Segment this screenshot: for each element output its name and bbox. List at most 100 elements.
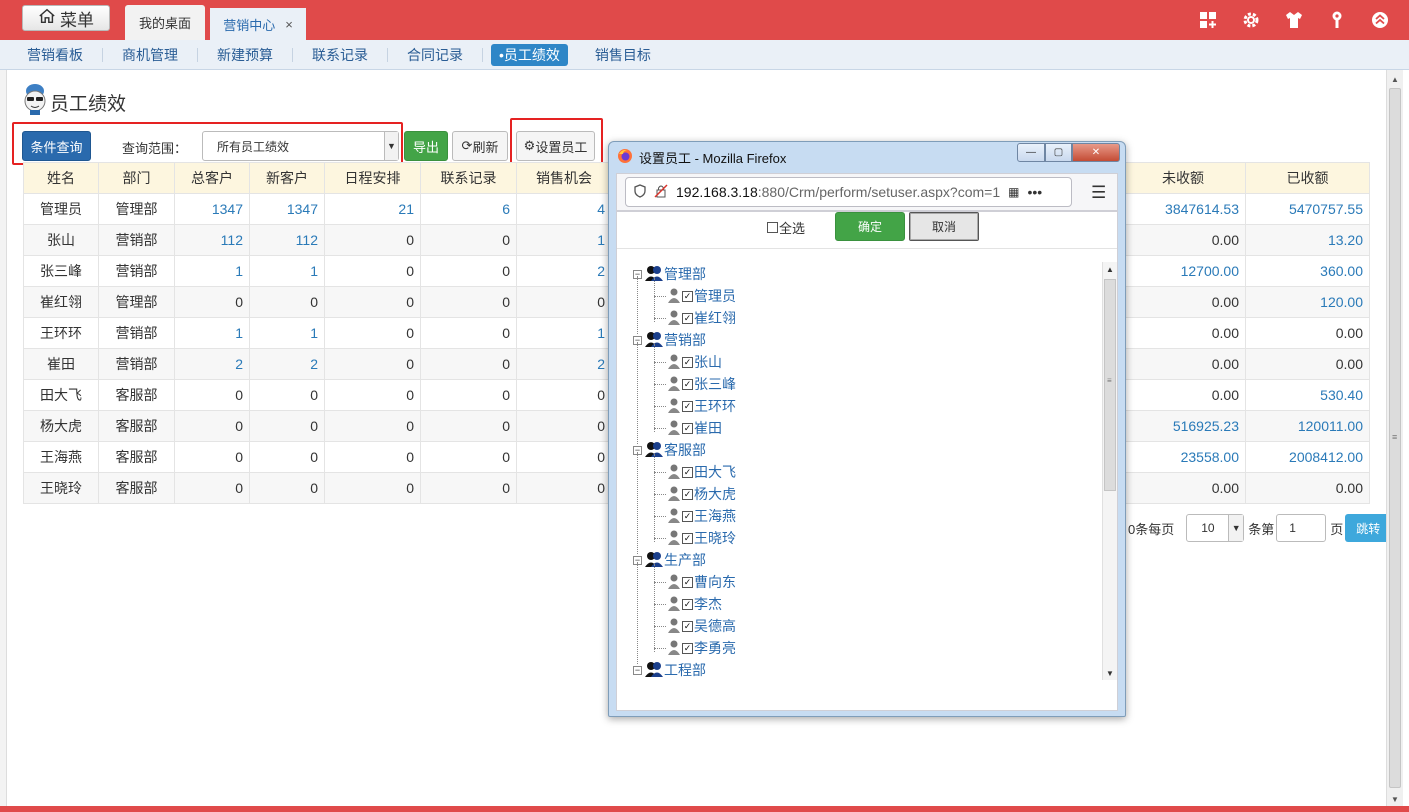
- table-cell-paid[interactable]: 2008412.00: [1245, 441, 1370, 473]
- tree-group-node[interactable]: − 生产部: [633, 550, 706, 570]
- table-cell-unpaid[interactable]: 3847614.53: [1120, 193, 1246, 225]
- menu-button[interactable]: 菜单: [22, 5, 110, 31]
- column-header[interactable]: 销售机会: [516, 162, 612, 194]
- table-row[interactable]: 张山 营销部 112 112 0 0 1: [23, 224, 612, 256]
- tree-user-label[interactable]: 吴德高: [694, 616, 736, 636]
- table-row[interactable]: 23558.00 2008412.00: [1120, 441, 1370, 473]
- tree-user-label[interactable]: 张山: [694, 352, 722, 372]
- table-cell-schedule[interactable]: 21: [324, 193, 421, 225]
- checkbox-icon[interactable]: ✓: [682, 642, 693, 654]
- checkbox-icon[interactable]: ✓: [682, 356, 693, 368]
- refresh-button[interactable]: ⟳ 刷新: [452, 131, 508, 161]
- checkbox-icon[interactable]: ✓: [682, 378, 693, 390]
- table-cell-total[interactable]: 2: [174, 348, 250, 380]
- table-cell-opp[interactable]: 1: [516, 224, 612, 256]
- tree-user-label[interactable]: 王海燕: [694, 506, 736, 526]
- checkbox-icon[interactable]: ✓: [682, 400, 693, 412]
- confirm-button[interactable]: 确定: [835, 212, 905, 241]
- tab-close-icon[interactable]: ×: [285, 17, 293, 32]
- nav-item-contract-records[interactable]: 合同记录: [388, 47, 483, 62]
- column-header[interactable]: 姓名: [23, 162, 99, 194]
- checkbox-icon[interactable]: ✓: [682, 488, 693, 500]
- tree-group-node[interactable]: − 客服部: [633, 440, 706, 460]
- jump-button[interactable]: 跳转: [1345, 514, 1392, 542]
- tree-group-node[interactable]: − 营销部: [633, 330, 706, 350]
- tree-user-label[interactable]: 王晓玲: [694, 528, 736, 548]
- tree-user-label[interactable]: 王环环: [694, 396, 736, 416]
- table-cell-paid[interactable]: 5470757.55: [1245, 193, 1370, 225]
- scroll-down-icon[interactable]: ▼: [1106, 669, 1114, 678]
- table-cell-paid[interactable]: 530.40: [1245, 379, 1370, 411]
- table-row[interactable]: 0.00 0.00: [1120, 317, 1370, 349]
- table-row[interactable]: 王海燕 客服部 0 0 0 0 0: [23, 441, 612, 473]
- checkbox-icon[interactable]: ✓: [682, 290, 693, 302]
- table-cell-total[interactable]: 1347: [174, 193, 250, 225]
- column-header[interactable]: 已收额: [1245, 162, 1370, 194]
- tree-user-label[interactable]: 杨大虎: [694, 484, 736, 504]
- nav-item-staff-performance[interactable]: •员工绩效: [491, 43, 568, 66]
- tree-user-node[interactable]: ✓ 李杰: [667, 594, 722, 614]
- scroll-up-icon[interactable]: ▲: [1387, 72, 1403, 86]
- scroll-up-icon[interactable]: ▲: [1106, 265, 1114, 274]
- collapse-up-icon[interactable]: [1369, 9, 1391, 31]
- tree-user-label[interactable]: 张三峰: [694, 374, 736, 394]
- tree-group-node[interactable]: − 工程部: [633, 660, 706, 678]
- checkbox-icon[interactable]: ✓: [682, 598, 693, 610]
- scrollbar-thumb[interactable]: [1104, 279, 1116, 491]
- select-all-checkbox[interactable]: 全选: [767, 218, 805, 237]
- nav-item-contact-records[interactable]: 联系记录: [293, 47, 388, 62]
- export-button[interactable]: 导出: [404, 131, 448, 161]
- checkbox-icon[interactable]: ✓: [682, 466, 693, 478]
- page-number-input[interactable]: 1: [1276, 514, 1327, 542]
- table-row[interactable]: 0.00 120.00: [1120, 286, 1370, 318]
- table-row[interactable]: 崔田 营销部 2 2 0 0 2: [23, 348, 612, 380]
- table-row[interactable]: 管理员 管理部 1347 1347 21 6 4: [23, 193, 612, 225]
- tree-user-node[interactable]: ✓ 王环环: [667, 396, 736, 416]
- checkbox-icon[interactable]: ✓: [682, 532, 693, 544]
- table-row[interactable]: 田大飞 客服部 0 0 0 0 0: [23, 379, 612, 411]
- nav-item-new-budget[interactable]: 新建预算: [198, 47, 293, 62]
- checkbox-icon[interactable]: ✓: [682, 510, 693, 522]
- apps-grid-icon[interactable]: [1197, 9, 1219, 31]
- tree-user-node[interactable]: ✓ 张山: [667, 352, 722, 372]
- tree-user-node[interactable]: ✓ 崔红翎: [667, 308, 736, 328]
- column-header[interactable]: 未收额: [1120, 162, 1246, 194]
- minimize-button[interactable]: —: [1017, 143, 1045, 162]
- table-cell-total[interactable]: 1: [174, 255, 250, 287]
- tree-user-node[interactable]: ✓ 李勇亮: [667, 638, 736, 658]
- page-size-select[interactable]: 10 ▼: [1186, 514, 1245, 542]
- tree-user-node[interactable]: ✓ 田大飞: [667, 462, 736, 482]
- nav-item-sales-target[interactable]: 销售目标: [576, 48, 670, 62]
- column-header[interactable]: 联系记录: [420, 162, 517, 194]
- collapse-icon[interactable]: −: [633, 665, 642, 675]
- tree-user-node[interactable]: ✓ 杨大虎: [667, 484, 736, 504]
- table-cell-unpaid[interactable]: 23558.00: [1120, 441, 1246, 473]
- table-row[interactable]: 崔红翎 管理部 0 0 0 0 0: [23, 286, 612, 318]
- table-cell-total[interactable]: 1: [174, 317, 250, 349]
- table-cell-paid[interactable]: 120011.00: [1245, 410, 1370, 442]
- table-cell-paid[interactable]: 13.20: [1245, 224, 1370, 256]
- tree-user-node[interactable]: ✓ 崔田: [667, 418, 722, 438]
- tree-user-label[interactable]: 李勇亮: [694, 638, 736, 658]
- column-header[interactable]: 总客户: [174, 162, 250, 194]
- tree-user-node[interactable]: ✓ 王海燕: [667, 506, 736, 526]
- table-cell-opp[interactable]: 1: [516, 317, 612, 349]
- scroll-down-icon[interactable]: ▼: [1387, 792, 1403, 806]
- table-row[interactable]: 516925.23 120011.00: [1120, 410, 1370, 442]
- page-scrollbar[interactable]: ▲ ≡ ▼: [1386, 70, 1403, 808]
- column-header[interactable]: 部门: [98, 162, 175, 194]
- table-cell-total[interactable]: 112: [174, 224, 250, 256]
- tree-user-label[interactable]: 曹向东: [694, 572, 736, 592]
- table-cell-unpaid[interactable]: 12700.00: [1120, 255, 1246, 287]
- table-cell-opp[interactable]: 2: [516, 348, 612, 380]
- gear-icon[interactable]: [1240, 9, 1262, 31]
- key-icon[interactable]: [1326, 9, 1348, 31]
- hamburger-menu-icon[interactable]: ☰: [1091, 183, 1106, 203]
- tree-user-label[interactable]: 崔红翎: [694, 308, 736, 328]
- tree-user-label[interactable]: 崔田: [694, 418, 722, 438]
- cancel-button[interactable]: 取消: [909, 212, 979, 241]
- shirt-icon[interactable]: [1283, 9, 1305, 31]
- table-row[interactable]: 0.00 0.00: [1120, 348, 1370, 380]
- table-row[interactable]: 0.00 530.40: [1120, 379, 1370, 411]
- tab-my-desktop[interactable]: 我的桌面: [125, 5, 205, 40]
